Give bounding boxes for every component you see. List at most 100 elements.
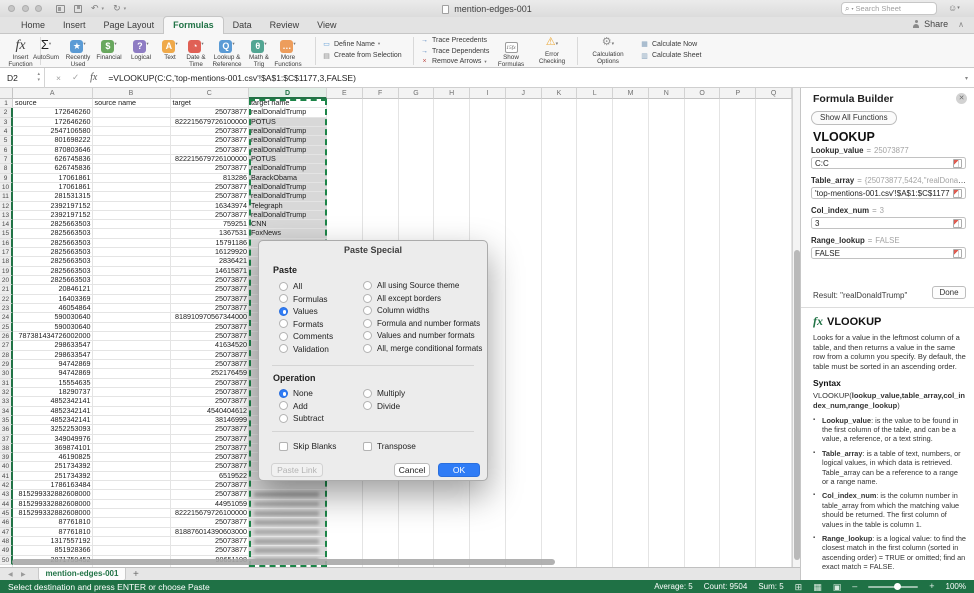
cell-c44[interactable]: 44951059 bbox=[171, 500, 250, 509]
cell-c26[interactable]: 25073877 bbox=[171, 332, 250, 341]
cell-b41[interactable] bbox=[93, 472, 171, 481]
cell-c28[interactable]: 25073877 bbox=[171, 351, 250, 360]
more-functions-button[interactable]: …▾MoreFunctions bbox=[268, 36, 308, 68]
row-header-31[interactable]: 31 bbox=[0, 379, 13, 388]
horizontal-scrollbar[interactable] bbox=[12, 559, 555, 565]
cell-c42[interactable]: 25073877 bbox=[171, 481, 250, 490]
cell-c46[interactable]: 25073877 bbox=[171, 518, 250, 527]
argument-input-col_index_num[interactable]: 3 bbox=[811, 217, 966, 229]
cell-c17[interactable]: 16129920 bbox=[171, 248, 250, 257]
row-header-50[interactable]: 50 bbox=[0, 556, 13, 565]
cell-a7[interactable]: 626745836 bbox=[13, 155, 93, 164]
cell-d7[interactable]: POTUS bbox=[249, 155, 327, 164]
formula-input[interactable]: =VLOOKUP(C:C,'top-mentions-001.csv'!$A$1… bbox=[108, 73, 356, 83]
cell-b23[interactable] bbox=[93, 304, 171, 313]
cell-c13[interactable]: 25073877 bbox=[171, 211, 250, 220]
cell-c14[interactable]: 759251 bbox=[171, 220, 250, 229]
cell-c8[interactable]: 25073877 bbox=[171, 164, 250, 173]
paste-radio-values-and-number-formats[interactable]: Values and number formats bbox=[363, 331, 475, 340]
cell-d46[interactable] bbox=[249, 518, 327, 527]
cell-a15[interactable]: 2825663503 bbox=[13, 229, 93, 238]
column-header-h[interactable]: H bbox=[434, 88, 470, 99]
column-header-q[interactable]: Q bbox=[756, 88, 792, 99]
range-picker-icon[interactable] bbox=[953, 159, 962, 168]
operation-radio-divide[interactable]: Divide bbox=[363, 401, 400, 411]
cell-a37[interactable]: 349049976 bbox=[13, 435, 93, 444]
row-header-42[interactable]: 42 bbox=[0, 481, 13, 490]
cell-a31[interactable]: 15554635 bbox=[13, 379, 93, 388]
search-sheet-input[interactable]: ⌕ ▾ Search Sheet bbox=[841, 2, 937, 15]
row-header-11[interactable]: 11 bbox=[0, 192, 13, 201]
argument-input-lookup_value[interactable]: C:C bbox=[811, 157, 966, 169]
share-button[interactable]: Share ∧ bbox=[912, 19, 964, 29]
row-header-40[interactable]: 40 bbox=[0, 462, 13, 471]
cell-a32[interactable]: 18290737 bbox=[13, 388, 93, 397]
row-header-4[interactable]: 4 bbox=[0, 127, 13, 136]
cell-c2[interactable]: 25073877 bbox=[171, 108, 250, 117]
create-from-selection-button[interactable]: ▤Create from Selection bbox=[322, 52, 402, 60]
cell-b26[interactable] bbox=[93, 332, 171, 341]
vertical-scrollbar-track[interactable] bbox=[792, 88, 800, 567]
row-header-33[interactable]: 33 bbox=[0, 397, 13, 406]
calculation-options-button[interactable]: ⚙▾ CalculationOptions bbox=[583, 36, 633, 65]
cell-b33[interactable] bbox=[93, 397, 171, 406]
cell-a11[interactable]: 281531315 bbox=[13, 192, 93, 201]
cell-d1[interactable]: target name bbox=[249, 99, 327, 108]
cell-d43[interactable] bbox=[249, 490, 327, 499]
normal-view-icon[interactable]: ⊞ bbox=[795, 582, 803, 592]
cell-d42[interactable] bbox=[249, 481, 327, 490]
row-header-2[interactable]: 2 bbox=[0, 108, 13, 117]
feedback-smiley-icon[interactable]: ☺▾ bbox=[948, 3, 960, 13]
row-header-16[interactable]: 16 bbox=[0, 239, 13, 248]
row-header-8[interactable]: 8 bbox=[0, 164, 13, 173]
cell-d48[interactable] bbox=[249, 537, 327, 546]
cell-a44[interactable]: 815299332882608000 bbox=[13, 500, 93, 509]
cell-b22[interactable] bbox=[93, 295, 171, 304]
cell-b30[interactable] bbox=[93, 369, 171, 378]
ribbon-tab-view[interactable]: View bbox=[308, 17, 345, 34]
trace-precedents-button[interactable]: →Trace Precedents bbox=[420, 37, 489, 44]
calculate-now-button[interactable]: ▦Calculate Now bbox=[640, 40, 701, 48]
cell-b6[interactable] bbox=[93, 146, 171, 155]
column-header-j[interactable]: J bbox=[506, 88, 542, 99]
ok-button[interactable]: OK bbox=[438, 463, 480, 477]
collapse-ribbon-icon[interactable]: ∧ bbox=[958, 20, 964, 29]
column-header-m[interactable]: M bbox=[613, 88, 649, 99]
cell-b25[interactable] bbox=[93, 323, 171, 332]
paste-radio-comments[interactable]: Comments bbox=[279, 331, 333, 341]
row-header-30[interactable]: 30 bbox=[0, 369, 13, 378]
cell-b29[interactable] bbox=[93, 360, 171, 369]
row-header-36[interactable]: 36 bbox=[0, 425, 13, 434]
cell-c35[interactable]: 38146999 bbox=[171, 416, 250, 425]
cell-a10[interactable]: 17061861 bbox=[13, 183, 93, 192]
ribbon-tab-page-layout[interactable]: Page Layout bbox=[95, 17, 164, 34]
range-picker-icon[interactable] bbox=[953, 219, 962, 228]
row-header-7[interactable]: 7 bbox=[0, 155, 13, 164]
ribbon-tab-review[interactable]: Review bbox=[261, 17, 309, 34]
cell-c4[interactable]: 25073877 bbox=[171, 127, 250, 136]
paste-radio-formula-and-number-formats[interactable]: Formula and number formats bbox=[363, 319, 480, 328]
cell-d13[interactable]: realDonaldTrump bbox=[249, 211, 327, 220]
cell-a29[interactable]: 94742869 bbox=[13, 360, 93, 369]
select-all-corner[interactable] bbox=[0, 88, 13, 99]
row-header-34[interactable]: 34 bbox=[0, 407, 13, 416]
cell-c45[interactable]: 822215679726100000 bbox=[171, 509, 250, 518]
cell-a5[interactable]: 801698222 bbox=[13, 136, 93, 145]
cell-a25[interactable]: 590030640 bbox=[13, 323, 93, 332]
row-header-25[interactable]: 25 bbox=[0, 323, 13, 332]
cell-d47[interactable] bbox=[249, 528, 327, 537]
row-header-28[interactable]: 28 bbox=[0, 351, 13, 360]
cell-c29[interactable]: 25073877 bbox=[171, 360, 250, 369]
cell-a45[interactable]: 815299332882608000 bbox=[13, 509, 93, 518]
checkbox-transpose[interactable]: Transpose bbox=[363, 441, 416, 451]
range-picker-icon[interactable] bbox=[953, 189, 962, 198]
cell-b46[interactable] bbox=[93, 518, 171, 527]
name-box-stepper[interactable]: ▴▾ bbox=[37, 71, 40, 83]
paste-radio-formulas[interactable]: Formulas bbox=[279, 294, 328, 304]
cell-c31[interactable]: 25073877 bbox=[171, 379, 250, 388]
paste-radio-validation[interactable]: Validation bbox=[279, 344, 329, 354]
row-header-15[interactable]: 15 bbox=[0, 229, 13, 238]
cell-d9[interactable]: BarackObama bbox=[249, 174, 327, 183]
cancel-formula-icon[interactable]: × bbox=[56, 73, 61, 83]
cell-a38[interactable]: 369874101 bbox=[13, 444, 93, 453]
